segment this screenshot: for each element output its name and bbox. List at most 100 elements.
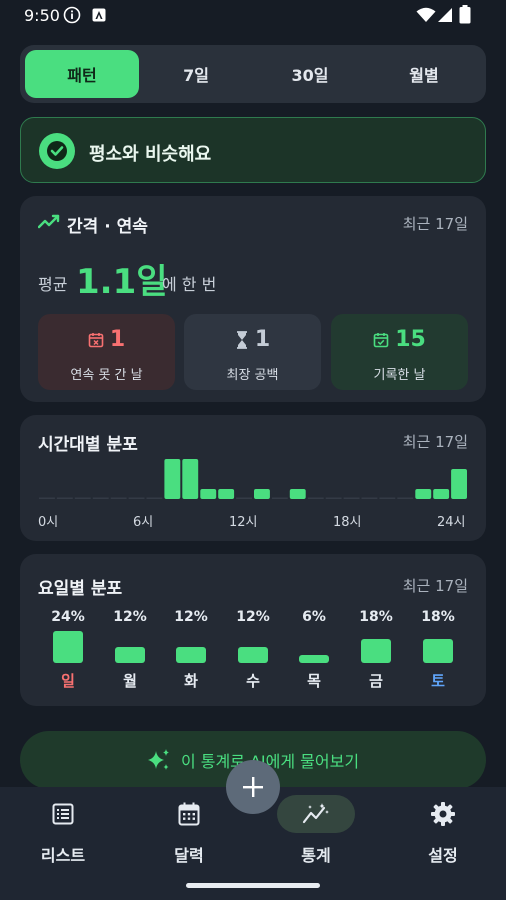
weekday-pct-tue: 12% <box>174 609 208 625</box>
nav-settings[interactable]: 설정 <box>380 787 506 877</box>
stat-recorded-days: 15 기록한 날 <box>331 314 468 390</box>
hour-bar-3 <box>92 497 109 499</box>
nav-calendar-label: 달력 <box>174 846 204 865</box>
weekday-col-tue: 12% 화 <box>166 554 216 706</box>
weekday-bar-tue <box>176 647 206 663</box>
hour-bar-2 <box>74 497 91 499</box>
hour-tick-18: 18시 <box>333 515 362 530</box>
weekday-name-mon: 월 <box>123 672 137 690</box>
calendar-check-icon <box>373 333 389 348</box>
weekday-name-thu: 목 <box>307 672 321 690</box>
hour-bar-4 <box>110 497 127 499</box>
hour-bar-14 <box>289 489 306 499</box>
hour-bar-21 <box>415 489 432 499</box>
hour-distribution-chart <box>39 459 467 499</box>
info-icon <box>63 6 81 24</box>
stat-missed-streak-label: 연속 못 간 날 <box>70 368 143 383</box>
calendar-icon <box>178 802 200 826</box>
weekday-bar-mon <box>115 647 145 663</box>
stat-missed-streak: 1 연속 못 간 날 <box>38 314 175 390</box>
trend-icon <box>38 214 60 229</box>
avg-prefix: 평균 <box>38 275 68 294</box>
weekday-name-sat: 토 <box>431 672 445 690</box>
banner-text: 평소와 비슷해요 <box>89 144 212 165</box>
nav-list[interactable]: 리스트 <box>0 787 126 877</box>
weekday-pct-mon: 12% <box>113 609 147 625</box>
tab-monthly[interactable]: 월별 <box>367 50 481 98</box>
battery-icon <box>459 5 471 24</box>
weekday-pct-fri: 18% <box>359 609 393 625</box>
pattern-status-banner: 평소와 비슷해요 <box>20 117 486 183</box>
nav-settings-label: 설정 <box>428 846 458 865</box>
hour-tick-0: 0시 <box>38 515 59 530</box>
weekday-pct-wed: 12% <box>236 609 270 625</box>
weekday-bar-sun <box>53 631 83 663</box>
hour-bar-9 <box>200 489 217 499</box>
check-circle-icon <box>39 133 75 169</box>
stats-icon <box>302 803 329 824</box>
wifi-icon <box>416 7 436 22</box>
stat-recorded-days-label: 기록한 날 <box>373 368 426 383</box>
weekday-col-fri: 18% 금 <box>351 554 401 706</box>
home-indicator <box>186 883 320 888</box>
hour-bar-17 <box>343 497 360 499</box>
add-record-button[interactable] <box>226 760 280 814</box>
hour-bar-15 <box>307 497 324 499</box>
hour-tick-12: 12시 <box>229 515 258 530</box>
weekday-bar-thu <box>299 655 329 663</box>
hour-bar-8 <box>182 459 199 499</box>
weekday-name-wed: 수 <box>246 672 260 690</box>
nav-stats-label: 통계 <box>301 846 331 865</box>
sparkle-icon <box>147 749 169 770</box>
hour-card-range: 최근 17일 <box>402 433 468 451</box>
interval-card: 간격 · 연속 최근 17일 평균 1.1일 에 한 번 1 연속 못 간 날 … <box>20 196 486 402</box>
hour-tick-6: 6시 <box>133 515 154 530</box>
weekday-name-tue: 화 <box>184 672 198 690</box>
period-tabs: 패턴 7일 30일 월별 <box>20 45 486 103</box>
signal-icon <box>438 8 452 22</box>
status-bar: 9:50 <box>0 0 506 32</box>
stat-longest-gap-value: 1 <box>254 327 271 352</box>
stat-longest-gap-label: 최장 공백 <box>226 368 279 383</box>
hour-bar-6 <box>146 497 163 499</box>
gear-icon <box>431 802 455 826</box>
weekday-distribution-card: 요일별 분포 최근 17일 24% 일 12% 월 12% 화 12% 수 6%… <box>20 554 486 706</box>
plus-icon <box>243 777 263 797</box>
interval-card-title: 간격 · 연속 <box>67 217 148 237</box>
stat-longest-gap: 1 최장 공백 <box>184 314 321 390</box>
hour-bar-10 <box>218 489 235 499</box>
weekday-col-sun: 24% 일 <box>43 554 93 706</box>
weekday-bar-sat <box>423 639 453 663</box>
hour-bar-23 <box>451 469 467 499</box>
hour-bar-18 <box>361 497 378 499</box>
weekday-pct-sun: 24% <box>51 609 85 625</box>
hour-bar-16 <box>325 497 342 499</box>
hour-bar-19 <box>379 497 396 499</box>
tab-7days[interactable]: 7일 <box>139 50 253 98</box>
tab-30days[interactable]: 30일 <box>253 50 367 98</box>
hour-bar-13 <box>271 497 288 499</box>
app-notification-icon <box>92 8 106 22</box>
weekday-bar-fri <box>361 639 391 663</box>
weekday-pct-thu: 6% <box>302 609 326 625</box>
tab-pattern[interactable]: 패턴 <box>25 50 139 98</box>
hour-bar-22 <box>433 489 450 499</box>
hour-bar-5 <box>128 497 145 499</box>
avg-suffix: 에 한 번 <box>162 275 217 294</box>
weekday-col-wed: 12% 수 <box>228 554 278 706</box>
weekday-name-sun: 일 <box>61 672 75 690</box>
hour-tick-24: 24시 <box>437 515 466 530</box>
weekday-bar-wed <box>238 647 268 663</box>
hour-bar-1 <box>56 497 73 499</box>
hour-bar-12 <box>254 489 270 499</box>
list-icon <box>52 803 74 825</box>
hour-bar-20 <box>397 497 414 499</box>
stat-recorded-days-value: 15 <box>395 327 426 352</box>
avg-interval-value: 1.1일 <box>76 262 168 302</box>
weekday-name-fri: 금 <box>369 672 383 690</box>
interval-card-range: 최근 17일 <box>402 215 468 233</box>
hour-bar-7 <box>164 459 181 499</box>
nav-list-label: 리스트 <box>40 846 86 865</box>
hourglass-icon <box>236 331 247 349</box>
stat-missed-streak-value: 1 <box>109 327 126 352</box>
